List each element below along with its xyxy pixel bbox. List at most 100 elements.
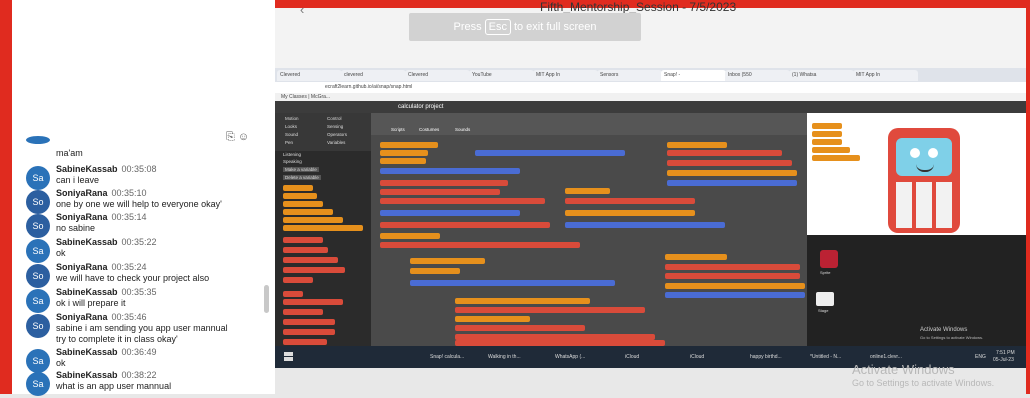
palette-speaking[interactable]: Speaking bbox=[283, 159, 302, 164]
message-header: SoniyaRana 00:35:10 bbox=[56, 188, 147, 198]
script-block[interactable] bbox=[665, 264, 800, 270]
sprite-thumbnail[interactable] bbox=[820, 250, 838, 268]
meeting-title: Fifth_Mentorship_Session - 7/5/2023 bbox=[540, 0, 737, 14]
category-pen[interactable]: Pen bbox=[285, 140, 293, 145]
script-block[interactable] bbox=[667, 150, 782, 156]
category-looks[interactable]: Looks bbox=[285, 124, 297, 129]
script-block[interactable] bbox=[380, 198, 545, 204]
chat-scrollbar[interactable] bbox=[264, 285, 269, 313]
script-block[interactable] bbox=[455, 316, 530, 322]
script-block[interactable] bbox=[455, 325, 585, 331]
script-block[interactable] bbox=[455, 298, 590, 304]
script-block[interactable] bbox=[380, 233, 440, 239]
palette-block[interactable] bbox=[283, 277, 313, 283]
script-block[interactable] bbox=[455, 307, 645, 313]
bookmark-item[interactable]: My Classes | McGra... bbox=[281, 94, 330, 100]
taskbar-item[interactable]: happy birthd... bbox=[750, 350, 782, 364]
palette-block[interactable] bbox=[283, 267, 345, 273]
palette-block[interactable] bbox=[283, 309, 323, 315]
palette-block[interactable] bbox=[283, 291, 303, 297]
browser-tab[interactable]: Sensors bbox=[597, 70, 662, 81]
category-control[interactable]: Control bbox=[327, 116, 342, 121]
browser-tab[interactable]: Clevered bbox=[277, 70, 342, 81]
taskbar-item[interactable]: iCloud bbox=[625, 350, 639, 364]
meeting-header bbox=[275, 8, 1026, 68]
palette-block[interactable] bbox=[283, 217, 343, 223]
calculator-sprite[interactable] bbox=[888, 128, 960, 233]
make-variable-button[interactable]: Make a variable bbox=[283, 167, 319, 172]
palette-block[interactable] bbox=[283, 193, 317, 199]
palette-block[interactable] bbox=[283, 225, 363, 231]
script-block[interactable] bbox=[410, 280, 615, 286]
sender-name: SoniyaRana bbox=[56, 312, 108, 322]
script-block[interactable] bbox=[665, 292, 805, 298]
script-block[interactable] bbox=[380, 142, 438, 148]
chevron-left-icon[interactable]: ‹ bbox=[300, 2, 304, 17]
palette-block[interactable] bbox=[283, 201, 323, 207]
tab-scripts[interactable]: Scripts bbox=[391, 127, 405, 132]
browser-tab[interactable]: clevered bbox=[341, 70, 406, 81]
script-block[interactable] bbox=[667, 160, 792, 166]
palette-block[interactable] bbox=[283, 237, 323, 243]
script-block[interactable] bbox=[667, 180, 797, 186]
palette-block[interactable] bbox=[283, 209, 333, 215]
browser-tab[interactable]: (1) Whatsa bbox=[789, 70, 854, 81]
palette-block[interactable] bbox=[283, 247, 328, 253]
address-bar[interactable]: ecraft2learn.github.io/ai/snap/snap.html bbox=[275, 82, 1026, 93]
tab-sounds[interactable]: Sounds bbox=[455, 127, 470, 132]
script-block[interactable] bbox=[380, 189, 500, 195]
script-block[interactable] bbox=[665, 283, 805, 289]
script-block[interactable] bbox=[565, 222, 725, 228]
taskbar-item[interactable]: Snap! calcula... bbox=[430, 350, 464, 364]
language-indicator[interactable]: ENG bbox=[975, 350, 986, 364]
smile-icon bbox=[916, 164, 934, 172]
script-block[interactable] bbox=[667, 170, 797, 176]
palette-block[interactable] bbox=[283, 185, 313, 191]
script-block[interactable] bbox=[410, 268, 460, 274]
taskbar-item[interactable]: *Untitled - N... bbox=[810, 350, 841, 364]
category-variables[interactable]: Variables bbox=[327, 140, 345, 145]
palette-block[interactable] bbox=[283, 299, 343, 305]
stage-thumbnail[interactable] bbox=[816, 292, 834, 306]
script-block[interactable] bbox=[380, 150, 428, 156]
script-block[interactable] bbox=[380, 222, 550, 228]
browser-tab[interactable]: Clevered bbox=[405, 70, 470, 81]
taskbar-item[interactable]: Walking in th... bbox=[488, 350, 521, 364]
script-block[interactable] bbox=[667, 142, 727, 148]
category-motion[interactable]: Motion bbox=[285, 116, 299, 121]
script-block[interactable] bbox=[380, 242, 580, 248]
script-block[interactable] bbox=[380, 168, 520, 174]
browser-tab[interactable]: MIT App In bbox=[853, 70, 918, 81]
windows-start-icon[interactable] bbox=[284, 352, 293, 361]
script-block[interactable] bbox=[565, 188, 610, 194]
script-block[interactable] bbox=[665, 254, 727, 260]
script-block[interactable] bbox=[665, 273, 800, 279]
browser-tab[interactable]: Inbox (550 bbox=[725, 70, 790, 81]
message-time: 00:35:10 bbox=[111, 188, 147, 198]
taskbar-item[interactable]: iCloud bbox=[690, 350, 704, 364]
script-block[interactable] bbox=[565, 210, 695, 216]
browser-tab[interactable]: MIT App In bbox=[533, 70, 598, 81]
calculator-screen bbox=[896, 138, 952, 176]
palette-block[interactable] bbox=[283, 329, 335, 335]
category-operators[interactable]: Operators bbox=[327, 132, 347, 137]
category-selector: Motion Looks Sound Pen Control Sensing O… bbox=[275, 113, 371, 151]
category-sensing[interactable]: Sensing bbox=[327, 124, 343, 129]
palette-block[interactable] bbox=[283, 339, 327, 345]
category-sound[interactable]: Sound bbox=[285, 132, 298, 137]
palette-listening[interactable]: Listening bbox=[283, 152, 301, 157]
script-block[interactable] bbox=[565, 198, 695, 204]
palette-block[interactable] bbox=[283, 319, 335, 325]
taskbar-item[interactable]: WhatsApp (... bbox=[555, 350, 585, 364]
script-block[interactable] bbox=[380, 180, 508, 186]
delete-variable-button[interactable]: Delete a variable bbox=[283, 175, 321, 180]
browser-tab-active[interactable]: Snap! - bbox=[661, 70, 726, 81]
tab-costumes[interactable]: Costumes bbox=[419, 127, 439, 132]
script-block[interactable] bbox=[475, 150, 625, 156]
browser-tab[interactable]: YouTube bbox=[469, 70, 534, 81]
script-block[interactable] bbox=[380, 210, 520, 216]
palette-block[interactable] bbox=[283, 257, 338, 263]
script-block[interactable] bbox=[410, 258, 485, 264]
sender-name: SoniyaRana bbox=[56, 212, 108, 222]
script-block[interactable] bbox=[380, 158, 426, 164]
